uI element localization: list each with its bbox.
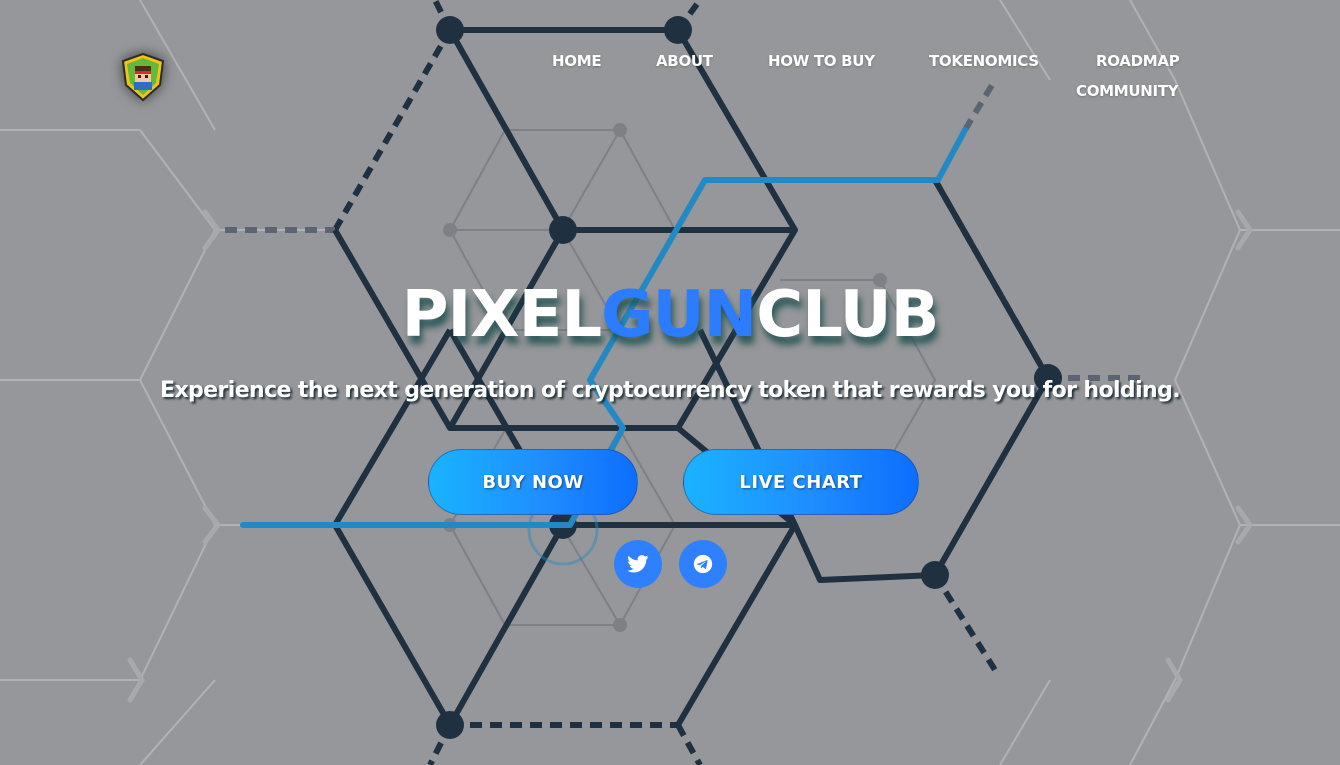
logo[interactable]: [120, 52, 166, 102]
hero-tagline: Experience the next generation of crypto…: [160, 378, 1181, 403]
telegram-button[interactable]: [679, 540, 727, 588]
telegram-icon: [693, 554, 713, 574]
live-chart-button[interactable]: LIVE CHART: [683, 449, 919, 515]
hero-title-accent: GUN: [601, 278, 757, 352]
logo-shield-icon: [121, 52, 165, 102]
nav-how-to-buy[interactable]: HOW TO BUY: [768, 52, 875, 70]
hero-title-part3: CLUB: [756, 278, 939, 352]
twitter-icon: [627, 555, 649, 573]
nav-tokenomics[interactable]: TOKENOMICS: [929, 52, 1039, 70]
nav-roadmap[interactable]: ROADMAP: [1096, 52, 1180, 70]
twitter-button[interactable]: [614, 540, 662, 588]
nav-home[interactable]: HOME: [552, 52, 602, 70]
main-nav: HOME ABOUT HOW TO BUY TOKENOMICS ROADMAP…: [540, 50, 1190, 110]
nav-community[interactable]: COMMUNITY: [1076, 82, 1179, 100]
hero-title-part1: PIXEL: [401, 278, 603, 352]
hero-title: PIXELGUNCLUB: [0, 278, 1340, 352]
buy-now-button[interactable]: BUY NOW: [428, 449, 638, 515]
nav-about[interactable]: ABOUT: [656, 52, 713, 70]
